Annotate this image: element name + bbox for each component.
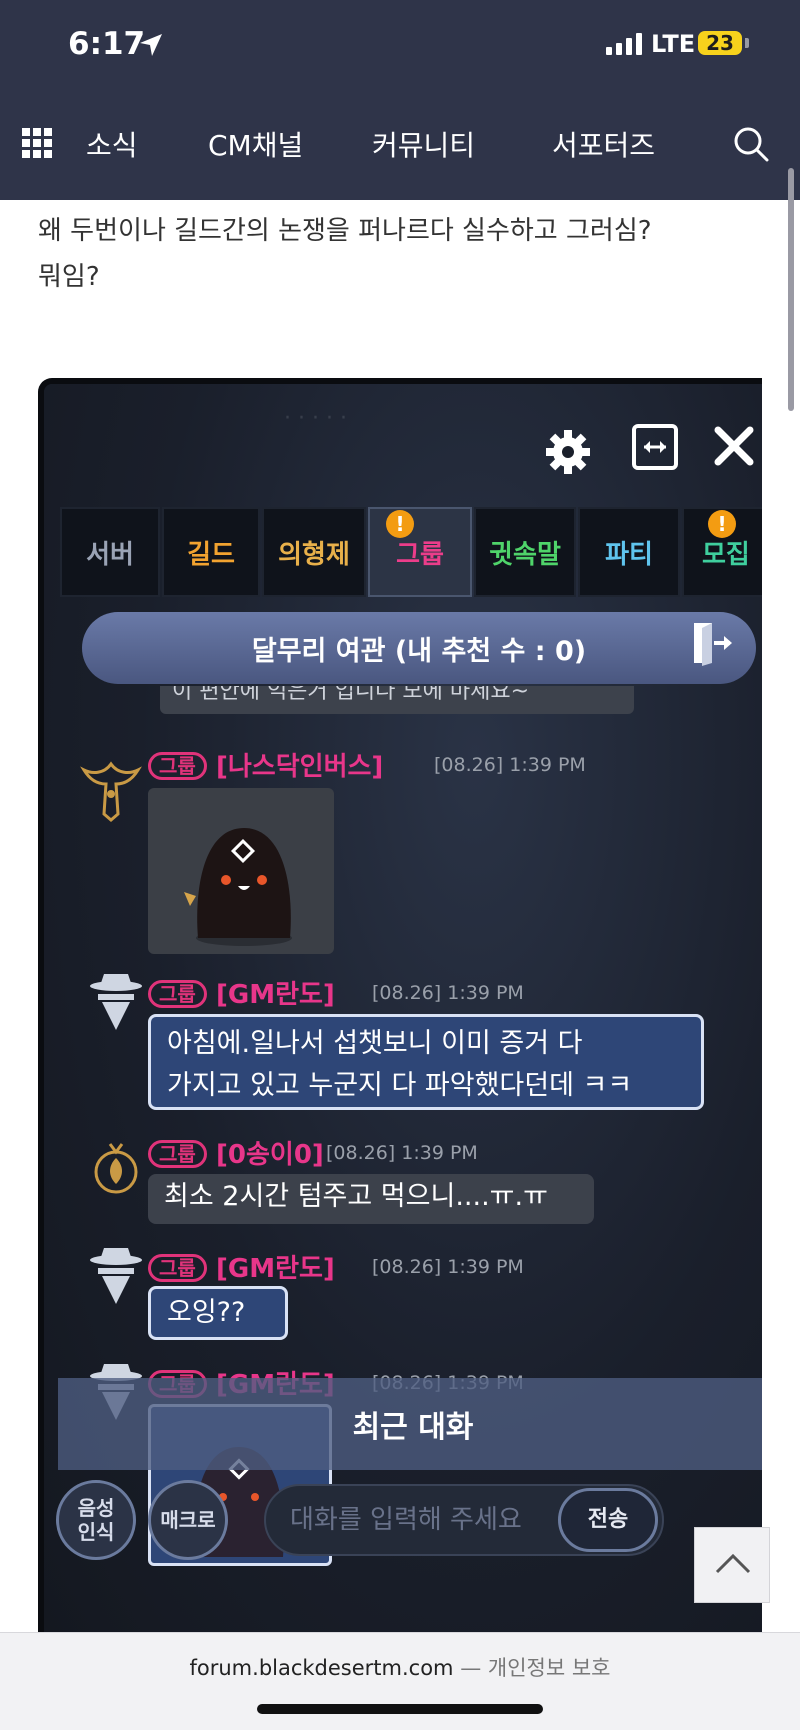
tab-brotherhood[interactable]: 의형제 bbox=[262, 507, 366, 597]
game-chat-screenshot: · · · · · 서버 길드 의형제 그룹 귓속말 파티 모집 ! ! 달무리… bbox=[38, 378, 762, 1638]
group-tag: 그룹 bbox=[148, 980, 207, 1008]
close-icon[interactable] bbox=[712, 424, 756, 468]
privacy-label: — 개인정보 보호 bbox=[460, 1656, 611, 1680]
tab-label: 모집 bbox=[702, 539, 750, 570]
recent-chat-button[interactable]: 최근 대화 bbox=[58, 1378, 762, 1470]
status-time: 6:17 bbox=[68, 26, 146, 62]
signal-icon bbox=[606, 33, 642, 55]
tab-guild[interactable]: 길드 bbox=[162, 507, 260, 597]
tab-server[interactable]: 서버 bbox=[60, 507, 160, 597]
gm-hat-icon bbox=[90, 1248, 142, 1304]
message-text: 오잉?? bbox=[167, 1297, 246, 1328]
message-time: [08.26] 1:39 PM bbox=[372, 982, 524, 1004]
nav-cm-channel[interactable]: CM채널 bbox=[208, 124, 303, 164]
expand-icon[interactable] bbox=[632, 424, 678, 470]
post-line: 뭐임? bbox=[38, 262, 100, 292]
voice-input-button[interactable]: 음성인식 bbox=[56, 1480, 136, 1560]
message-time: [08.26] 1:39 PM bbox=[434, 754, 586, 776]
scroll-to-top-button[interactable] bbox=[694, 1527, 770, 1603]
message-time: [08.26] 1:39 PM bbox=[372, 1256, 524, 1278]
chat-bubble: 아침에.일나서 섭챗보니 이미 증거 다 가지고 있고 누군지 다 파악했다던데… bbox=[148, 1014, 704, 1110]
gm-hat-icon bbox=[90, 974, 142, 1030]
top-bar: 6:17 LTE 23 소식 CM채널 커뮤니티 서포터즈 bbox=[0, 0, 800, 200]
page-scrollbar[interactable] bbox=[788, 168, 794, 411]
sender-name[interactable]: [GM란도] bbox=[216, 1248, 335, 1285]
room-title-text: 달무리 여관 (내 추천 수 : 0) bbox=[251, 635, 587, 667]
tab-label: 파티 bbox=[605, 539, 653, 570]
previous-message-fragment: 이 편안에 익은거 입니다 모에 마세요~ bbox=[160, 686, 634, 714]
exit-door-icon[interactable] bbox=[692, 620, 734, 666]
search-icon[interactable] bbox=[733, 126, 769, 162]
battery-tip bbox=[745, 38, 749, 48]
tab-label: 의형제 bbox=[278, 539, 350, 570]
tab-label: 그룹 bbox=[396, 539, 444, 570]
network-label: LTE bbox=[651, 30, 696, 58]
chat-input-placeholder: 대화를 입력해 주세요 bbox=[290, 1505, 522, 1535]
chevron-up-icon bbox=[715, 1553, 751, 1574]
group-tag: 그룹 bbox=[148, 1254, 207, 1282]
guild-crest-icon bbox=[80, 761, 142, 822]
tab-label: 귓속말 bbox=[489, 539, 561, 570]
message-time: [08.26] 1:39 PM bbox=[326, 1142, 478, 1164]
message-text: 이 편안에 익은거 입니다 모에 마세요~ bbox=[172, 686, 530, 704]
tab-label: 길드 bbox=[187, 539, 235, 570]
group-tag: 그룹 bbox=[148, 1140, 207, 1168]
emote-sticker bbox=[148, 788, 334, 954]
recent-chat-label: 최근 대화 bbox=[352, 1410, 474, 1445]
sender-name[interactable]: [GM란도] bbox=[216, 974, 335, 1011]
chat-bubble: 오잉?? bbox=[148, 1286, 288, 1340]
message-text: 가지고 있고 누군지 다 파악했다던데 ㅋㅋ bbox=[167, 1070, 633, 1101]
page: 6:17 LTE 23 소식 CM채널 커뮤니티 서포터즈 왜 두번이나 길드간… bbox=[0, 0, 800, 1730]
flower-crest-icon bbox=[94, 1143, 138, 1194]
chat-bubble: 최소 2시간 텀주고 먹으니....ㅠ.ㅠ bbox=[148, 1174, 594, 1224]
menu-grid-icon[interactable] bbox=[22, 128, 52, 158]
chat-room-title[interactable]: 달무리 여관 (내 추천 수 : 0) bbox=[82, 612, 756, 684]
post-body: 왜 두번이나 길드간의 논쟁을 퍼나르다 실수하고 그러심? 뭐임? bbox=[38, 208, 758, 300]
alert-icon: ! bbox=[708, 510, 736, 538]
home-indicator[interactable] bbox=[257, 1704, 543, 1714]
group-tag: 그룹 bbox=[148, 752, 207, 780]
sender-name[interactable]: [0송이0] bbox=[216, 1134, 324, 1171]
voice-input-label: 음성인식 bbox=[77, 1496, 115, 1544]
url-domain: forum.blackdesertm.com bbox=[189, 1656, 454, 1680]
url-text[interactable]: forum.blackdesertm.com — 개인정보 보호 bbox=[0, 1652, 800, 1682]
message-text: 최소 2시간 텀주고 먹으니....ㅠ.ㅠ bbox=[164, 1181, 548, 1212]
macro-button[interactable]: 매크로 bbox=[148, 1480, 228, 1560]
tab-label: 서버 bbox=[86, 539, 134, 570]
nav-community[interactable]: 커뮤니티 bbox=[372, 124, 475, 164]
alert-icon: ! bbox=[386, 510, 414, 538]
nav-news[interactable]: 소식 bbox=[86, 124, 138, 164]
nav-supporters[interactable]: 서포터즈 bbox=[552, 124, 655, 164]
macro-label: 매크로 bbox=[160, 1508, 216, 1532]
post-line: 왜 두번이나 길드간의 논쟁을 퍼나르다 실수하고 그러심? bbox=[38, 216, 652, 246]
message-text: 아침에.일나서 섭챗보니 이미 증거 다 bbox=[167, 1028, 583, 1059]
sender-name[interactable]: [나스닥인버스] bbox=[216, 746, 383, 783]
tab-party[interactable]: 파티 bbox=[578, 507, 680, 597]
background-ghost-text: · · · · · bbox=[284, 406, 347, 431]
tab-whisper[interactable]: 귓속말 bbox=[474, 507, 576, 597]
ghost-sticker-icon bbox=[184, 828, 292, 946]
location-arrow-icon bbox=[140, 34, 162, 56]
tab-group[interactable]: 그룹 bbox=[368, 507, 472, 597]
send-button[interactable]: 전송 bbox=[558, 1488, 658, 1552]
battery-icon: 23 bbox=[698, 31, 742, 55]
gear-icon[interactable] bbox=[544, 428, 592, 476]
